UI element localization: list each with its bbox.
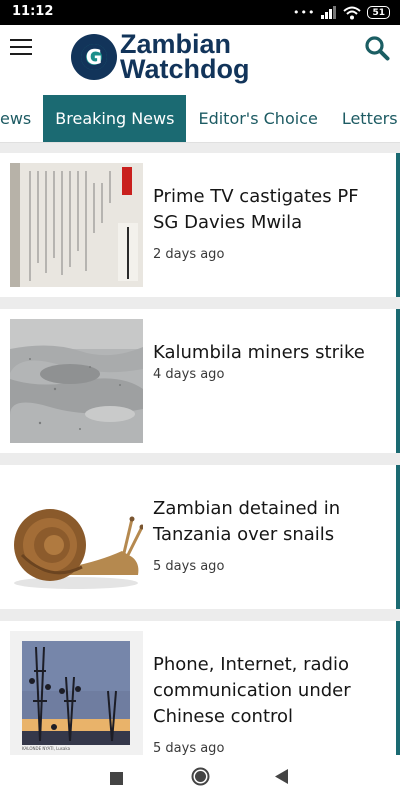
card-accent: [396, 621, 400, 755]
article-timestamp: 4 days ago: [153, 367, 225, 382]
article-title: Kalumbila miners strike: [153, 342, 365, 363]
article-title: Prime TV castigates PF SG Davies Mwila: [153, 186, 359, 233]
article-thumbnail: [10, 475, 143, 599]
article-timestamp: 2 days ago: [153, 247, 225, 262]
search-icon[interactable]: [364, 35, 390, 61]
recents-square-icon[interactable]: [110, 770, 123, 789]
card-accent: [396, 309, 400, 453]
system-nav-bar: [0, 755, 400, 800]
app-header: G Zambian Watchdog: [0, 25, 400, 95]
battery-icon: 51: [367, 6, 390, 19]
tab-news[interactable]: ews: [0, 95, 43, 142]
logo-text: Zambian Watchdog: [120, 31, 250, 84]
article-title: Zambian detained in Tanzania over snails: [153, 498, 341, 545]
logo-line2: Watchdog: [120, 54, 250, 84]
status-time: 11:12: [12, 4, 54, 19]
back-triangle-icon[interactable]: [275, 769, 288, 788]
signal-icon: [321, 6, 337, 19]
card-accent: [396, 153, 400, 297]
article-card[interactable]: KALONDE NYATI, Lusaka Phone, Internet, r…: [0, 621, 400, 755]
logo: G Zambian Watchdog: [71, 31, 250, 84]
article-thumbnail: KALONDE NYATI, Lusaka: [10, 631, 143, 755]
status-indicators: ••• 51: [293, 5, 390, 20]
status-bar: 11:12 ••• 51: [0, 0, 400, 25]
notification-dots: •••: [293, 6, 316, 19]
article-timestamp: 5 days ago: [153, 741, 225, 755]
tab-letters[interactable]: Letters to: [330, 95, 400, 142]
logo-mark-letter: G: [85, 45, 103, 69]
article-card[interactable]: Prime TV castigates PF SG Davies Mwila 2…: [0, 153, 400, 297]
article-feed: Prime TV castigates PF SG Davies Mwila 2…: [0, 143, 400, 755]
home-circle-icon[interactable]: [191, 767, 210, 790]
article-timestamp: 5 days ago: [153, 559, 225, 574]
tabs: ews Breaking News Editor's Choice Letter…: [0, 95, 400, 142]
article-card[interactable]: Zambian detained in Tanzania over snails…: [0, 465, 400, 609]
article-title: Phone, Internet, radio communication und…: [153, 654, 351, 727]
tab-breaking-news[interactable]: Breaking News: [43, 95, 187, 142]
card-accent: [396, 465, 400, 609]
article-thumbnail: [10, 163, 143, 287]
tab-editors-choice[interactable]: Editor's Choice: [186, 95, 329, 142]
article-thumbnail: [10, 319, 143, 443]
thumbnail-caption: KALONDE NYATI, Lusaka: [22, 746, 71, 751]
article-card[interactable]: Kalumbila miners strike 4 days ago: [0, 309, 400, 453]
wifi-icon: [343, 6, 362, 19]
logo-mark-icon: G: [71, 34, 117, 80]
hamburger-menu-icon[interactable]: [10, 39, 32, 57]
category-tab-bar: ews Breaking News Editor's Choice Letter…: [0, 95, 400, 143]
